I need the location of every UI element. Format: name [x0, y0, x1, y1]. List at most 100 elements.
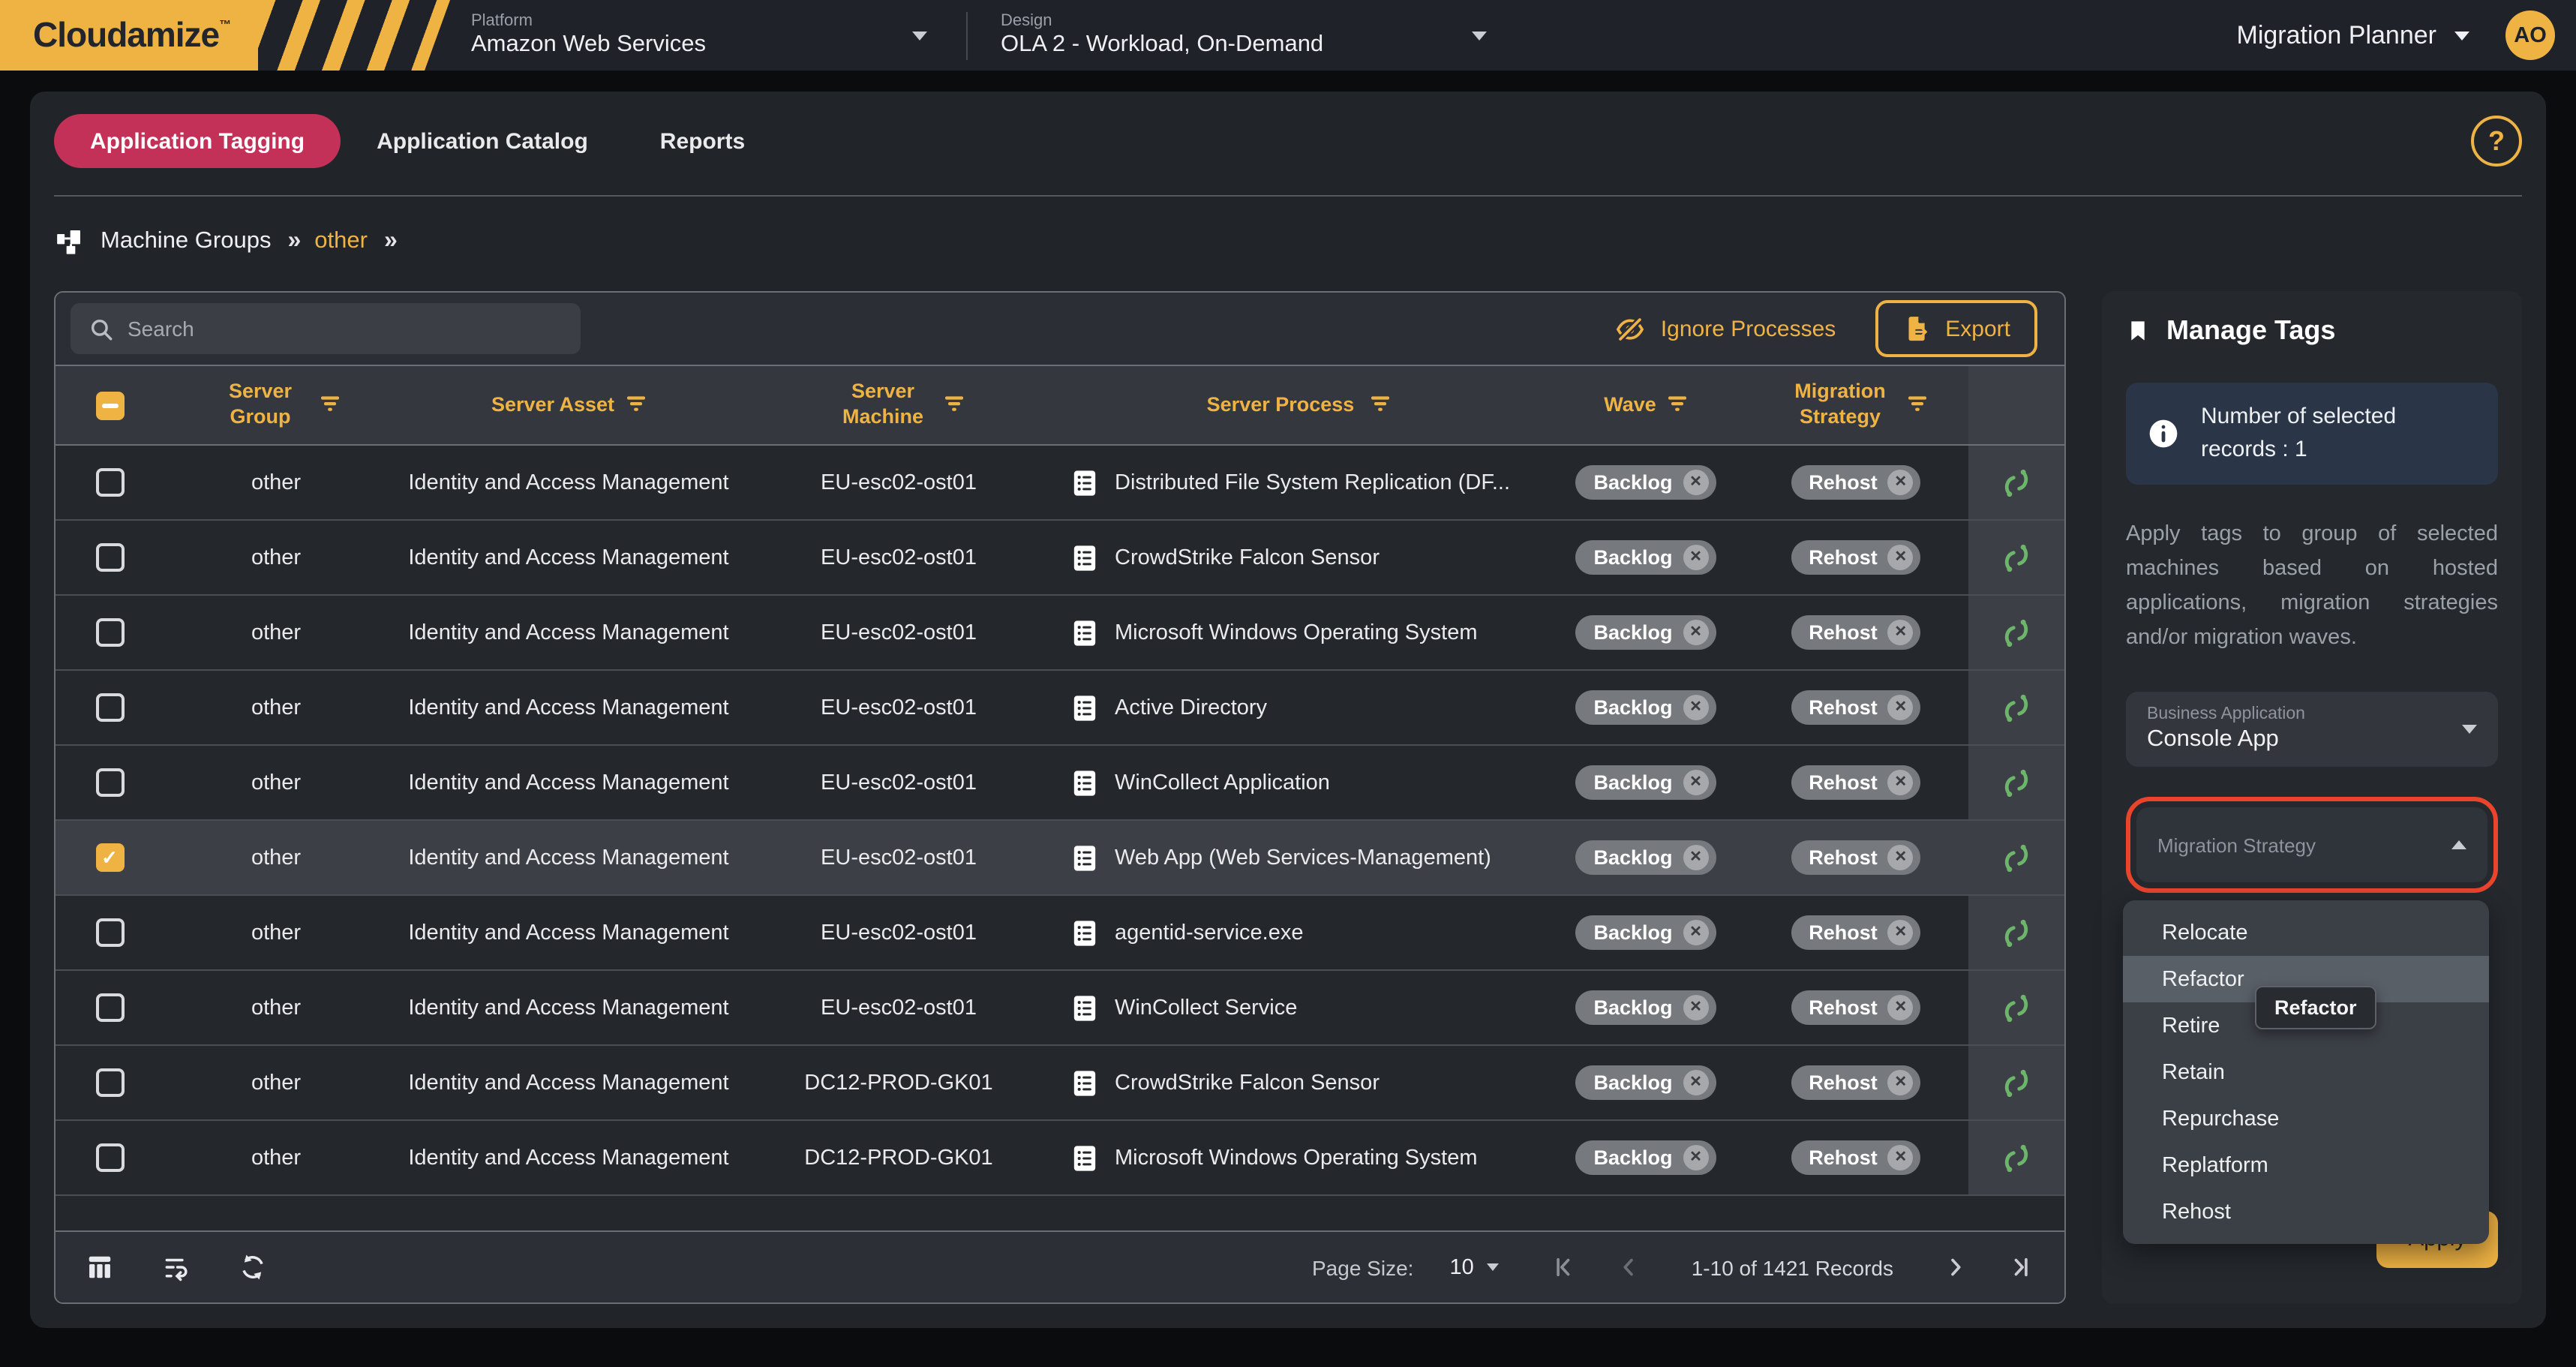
remove-tag-icon[interactable]: ✕ [1888, 1145, 1914, 1170]
row-moves-button[interactable] [1968, 1121, 2064, 1194]
column-header-server-process[interactable]: Server Process [1049, 392, 1548, 418]
cell-server-machine: DC12-PROD-GK01 [749, 1146, 1049, 1170]
table-row[interactable]: otherIdentity and Access ManagementEU-es… [56, 521, 2064, 596]
row-moves-button[interactable] [1968, 671, 2064, 744]
table-row[interactable]: otherIdentity and Access ManagementEU-es… [56, 746, 2064, 821]
remove-tag-icon[interactable]: ✕ [1683, 1145, 1709, 1170]
last-page-button[interactable] [2006, 1253, 2034, 1281]
row-checkbox[interactable] [95, 1143, 124, 1172]
tab-application-tagging[interactable]: Application Tagging [54, 114, 341, 168]
row-moves-button[interactable] [1968, 821, 2064, 894]
table-row[interactable]: otherIdentity and Access ManagementEU-es… [56, 971, 2064, 1046]
tab-reports[interactable]: Reports [624, 114, 781, 168]
filter-icon[interactable] [625, 394, 646, 416]
remove-tag-icon[interactable]: ✕ [1888, 545, 1914, 570]
filter-icon[interactable] [943, 394, 964, 416]
table-row[interactable]: ✓otherIdentity and Access ManagementEU-e… [56, 821, 2064, 896]
menu-option-replatform[interactable]: Replatform [2123, 1143, 2489, 1189]
remove-tag-icon[interactable]: ✕ [1888, 995, 1914, 1020]
row-checkbox[interactable]: ✓ [95, 843, 124, 872]
row-moves-button[interactable] [1968, 896, 2064, 969]
search-input[interactable] [128, 317, 563, 341]
row-moves-button[interactable] [1968, 446, 2064, 519]
remove-tag-icon[interactable]: ✕ [1888, 620, 1914, 645]
remove-tag-icon[interactable]: ✕ [1683, 545, 1709, 570]
filter-icon[interactable] [1906, 394, 1927, 416]
select-all-checkbox[interactable] [95, 391, 124, 419]
refresh-icon[interactable] [239, 1253, 267, 1281]
filter-icon[interactable] [319, 394, 340, 416]
export-button[interactable]: Export [1875, 300, 2037, 357]
breadcrumb-item[interactable]: Machine Groups [101, 228, 271, 255]
row-checkbox[interactable] [95, 918, 124, 947]
row-checkbox[interactable] [95, 618, 124, 647]
row-checkbox[interactable] [95, 1068, 124, 1097]
table-row[interactable]: otherIdentity and Access ManagementEU-es… [56, 596, 2064, 671]
table-row[interactable]: otherIdentity and Access ManagementEU-es… [56, 446, 2064, 521]
row-checkbox[interactable] [95, 993, 124, 1022]
cell-server-process: CrowdStrike Falcon Sensor [1049, 542, 1548, 572]
remove-tag-icon[interactable]: ✕ [1683, 1070, 1709, 1095]
column-header-wave[interactable]: Wave [1548, 392, 1743, 418]
table-row[interactable]: otherIdentity and Access ManagementEU-es… [56, 896, 2064, 971]
menu-option-relocate[interactable]: Relocate [2123, 910, 2489, 957]
menu-option-repurchase[interactable]: Repurchase [2123, 1096, 2489, 1143]
breadcrumb-separator: » [287, 228, 298, 255]
remove-tag-icon[interactable]: ✕ [1683, 920, 1709, 945]
process-table: Ignore Processes Exp [54, 291, 2066, 1304]
first-page-button[interactable] [1551, 1253, 1579, 1281]
next-page-button[interactable] [1941, 1253, 1970, 1281]
previous-page-button[interactable] [1615, 1253, 1644, 1281]
business-application-select[interactable]: Business Application Console App [2126, 693, 2498, 768]
filter-icon[interactable] [1667, 394, 1688, 416]
column-header-migration-strategy[interactable]: Migration Strategy [1743, 380, 1968, 431]
remove-tag-icon[interactable]: ✕ [1888, 920, 1914, 945]
row-moves-button[interactable] [1968, 971, 2064, 1044]
cell-wave: Backlog✕ [1548, 1065, 1743, 1100]
remove-tag-icon[interactable]: ✕ [1683, 770, 1709, 795]
avatar[interactable]: AO [2505, 11, 2555, 60]
remove-tag-icon[interactable]: ✕ [1888, 1070, 1914, 1095]
column-header-server-machine[interactable]: Server Machine [749, 380, 1049, 431]
remove-tag-icon[interactable]: ✕ [1683, 845, 1709, 870]
remove-tag-icon[interactable]: ✕ [1888, 770, 1914, 795]
row-moves-button[interactable] [1968, 746, 2064, 819]
row-moves-button[interactable] [1968, 596, 2064, 669]
row-checkbox[interactable] [95, 468, 124, 497]
design-select[interactable]: Design OLA 2 - Workload, On-Demand [1001, 12, 1526, 59]
filter-icon[interactable] [1369, 394, 1390, 416]
row-checkbox[interactable] [95, 693, 124, 722]
column-header-server-group[interactable]: Server Group [164, 380, 389, 431]
remove-tag-icon[interactable]: ✕ [1683, 695, 1709, 720]
cell-server-machine: EU-esc02-ost01 [749, 921, 1049, 945]
table-row[interactable]: otherIdentity and Access ManagementDC12-… [56, 1121, 2064, 1196]
remove-tag-icon[interactable]: ✕ [1888, 470, 1914, 495]
column-header-server-asset[interactable]: Server Asset [389, 392, 749, 418]
migration-strategy-select[interactable]: Migration Strategy [2136, 808, 2487, 883]
help-button[interactable]: ? [2471, 116, 2522, 167]
row-checkbox[interactable] [95, 543, 124, 572]
remove-tag-icon[interactable]: ✕ [1683, 620, 1709, 645]
table-row[interactable]: otherIdentity and Access ManagementEU-es… [56, 671, 2064, 746]
table-row[interactable]: otherIdentity and Access ManagementDC12-… [56, 1046, 2064, 1121]
row-checkbox[interactable] [95, 768, 124, 797]
columns-icon[interactable] [86, 1253, 114, 1281]
tab-application-catalog[interactable]: Application Catalog [341, 114, 624, 168]
remove-tag-icon[interactable]: ✕ [1888, 845, 1914, 870]
remove-tag-icon[interactable]: ✕ [1888, 695, 1914, 720]
remove-tag-icon[interactable]: ✕ [1683, 995, 1709, 1020]
menu-option-rehost[interactable]: Rehost [2123, 1189, 2489, 1236]
row-moves-button[interactable] [1968, 1046, 2064, 1119]
app-menu-select[interactable]: Migration Planner [2237, 20, 2470, 50]
row-wrap-icon[interactable] [162, 1253, 191, 1281]
ignore-processes-button[interactable]: Ignore Processes [1614, 313, 1836, 344]
menu-option-retain[interactable]: Retain [2123, 1050, 2489, 1096]
remove-tag-icon[interactable]: ✕ [1683, 470, 1709, 495]
cell-server-group: other [164, 545, 389, 569]
search-box[interactable] [71, 303, 581, 354]
row-moves-button[interactable] [1968, 521, 2064, 594]
breadcrumb-item[interactable]: other [314, 228, 368, 255]
cloudamize-logo[interactable]: Cloudamize™ [0, 0, 450, 71]
platform-select[interactable]: Platform Amazon Web Services [471, 12, 966, 59]
page-size-select[interactable]: 10 [1449, 1255, 1499, 1279]
